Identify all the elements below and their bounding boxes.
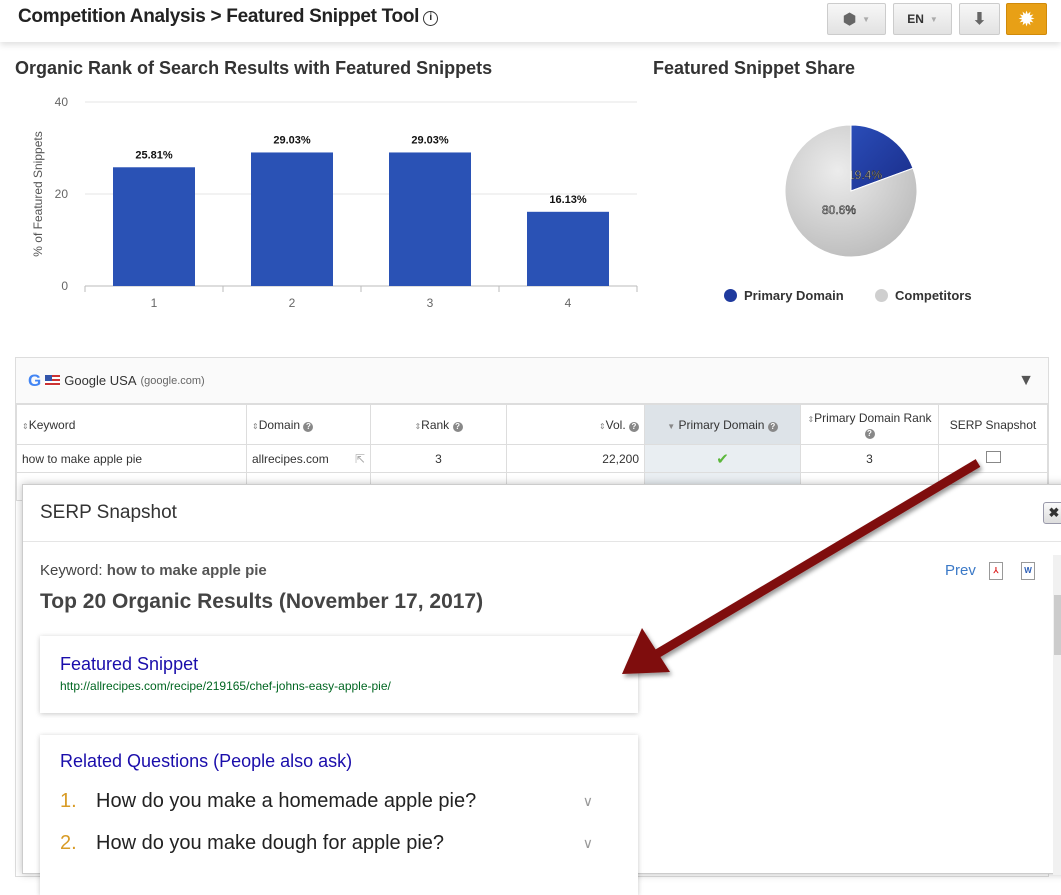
annotation-arrow (622, 459, 981, 674)
